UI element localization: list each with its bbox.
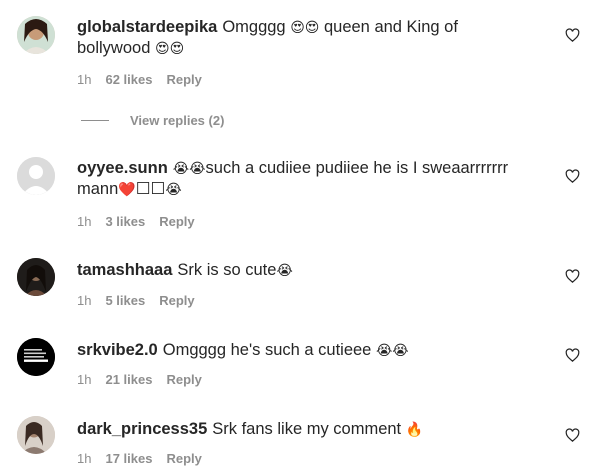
comment-meta: 1h 62 likes Reply	[77, 72, 216, 87]
heart-outline-icon[interactable]	[565, 348, 580, 363]
comment-time: 1h	[77, 372, 92, 387]
comment-text: dark_princess35 Srk fans like my comment …	[77, 420, 424, 438]
comment-time: 1h	[77, 451, 92, 466]
comment-meta: 1h 21 likes Reply	[77, 372, 216, 387]
crying-emoji: 😭	[165, 181, 182, 197]
reply-button[interactable]: Reply	[166, 372, 201, 387]
fire-emoji: 🔥	[405, 421, 424, 437]
comment-time: 1h	[77, 214, 92, 229]
heart-eyes-emoji: 😍😍	[290, 19, 320, 35]
comment-meta: 1h 17 likes Reply	[77, 451, 216, 466]
default-avatar-icon	[17, 157, 55, 195]
comment-meta: 1h 3 likes Reply	[77, 214, 209, 229]
heart-outline-icon[interactable]	[565, 169, 580, 184]
avatar[interactable]	[17, 16, 55, 54]
heart-outline-icon[interactable]	[565, 269, 580, 284]
likes-count[interactable]: 5 likes	[105, 293, 145, 308]
comment-username[interactable]: dark_princess35	[77, 420, 207, 438]
red-heart-emoji: ❤️	[118, 181, 136, 197]
comment-username[interactable]: tamashhaaa	[77, 261, 172, 279]
crying-emoji: 😭😭	[375, 342, 409, 358]
likes-count[interactable]: 3 likes	[105, 214, 145, 229]
comment-text: tamashhaaa Srk is so cute😭	[77, 261, 293, 279]
text-logo-image	[17, 338, 55, 376]
comment-username[interactable]: globalstardeepika	[77, 18, 217, 36]
heart-outline-icon[interactable]	[565, 428, 580, 443]
comment-username[interactable]: srkvibe2.0	[77, 341, 158, 359]
heart-eyes-emoji: 😍😍	[154, 40, 185, 56]
reply-button[interactable]: Reply	[159, 293, 194, 308]
reply-button[interactable]: Reply	[166, 451, 201, 466]
comment-meta: 1h 5 likes Reply	[77, 293, 209, 308]
avatar[interactable]	[17, 416, 55, 454]
comment-text: oyyee.sunn 😭😭such a cudiiee pudiiee he is…	[77, 159, 509, 198]
likes-count[interactable]: 17 likes	[105, 451, 152, 466]
reply-button[interactable]: Reply	[159, 214, 194, 229]
likes-count[interactable]: 62 likes	[105, 72, 152, 87]
divider-line	[81, 120, 109, 121]
comment-username[interactable]: oyyee.sunn	[77, 159, 168, 177]
crying-emoji: 😭	[276, 262, 293, 278]
reply-button[interactable]: Reply	[166, 72, 201, 87]
avatar[interactable]	[17, 338, 55, 376]
comment-time: 1h	[77, 293, 92, 308]
comment-text: globalstardeepika Omgggg 😍😍 queen and Kin…	[77, 18, 458, 57]
avatar[interactable]	[17, 157, 55, 195]
comment-text: srkvibe2.0 Omgggg he's such a cutieee 😭😭	[77, 341, 409, 359]
comment-time: 1h	[77, 72, 92, 87]
crying-emoji: 😭😭	[172, 160, 206, 176]
likes-count[interactable]: 21 likes	[105, 372, 152, 387]
heart-outline-icon[interactable]	[565, 28, 580, 43]
avatar[interactable]	[17, 258, 55, 296]
